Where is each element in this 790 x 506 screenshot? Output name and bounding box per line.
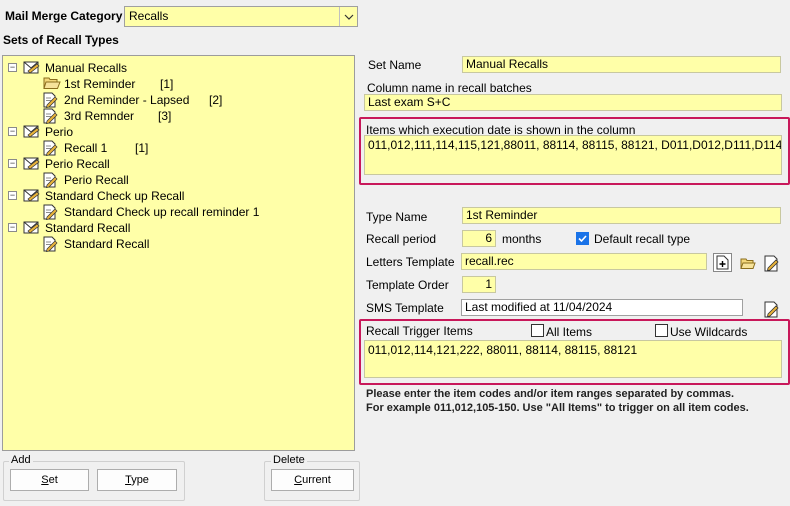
tree-set-node[interactable]: − Standard Check up Recall [3,188,354,204]
tree-set-label: Manual Recalls [45,61,128,75]
trigger-note-line1: Please enter the item codes and/or item … [366,388,735,400]
tree-type-node[interactable]: 3rd Remnder [3] [3,108,354,124]
recall-set-icon [23,60,41,76]
trigger-items-label: Recall Trigger Items [366,324,473,338]
collapse-icon[interactable]: − [8,223,17,232]
sets-label: Sets of Recall Types [3,33,119,47]
tree-type-count: [3] [158,109,172,123]
recall-type-icon [43,92,61,108]
type-name-field[interactable]: 1st Reminder [462,207,781,224]
tree-type-node[interactable]: Recall 1 [1] [3,140,354,156]
recall-tree[interactable]: − Manual Recalls 1st Reminder [1] 2nd Remind… [2,55,355,451]
use-wildcards-checkbox[interactable] [655,324,668,337]
add-type-button[interactable]: Type [97,469,177,491]
tree-set-node[interactable]: − Perio Recall [3,156,354,172]
new-template-icon[interactable] [713,253,732,272]
category-label: Mail Merge Category [5,9,123,23]
trigger-note-line2: For example 011,012,105-150. Use "All It… [366,402,749,414]
tree-type-count: [2] [209,93,223,107]
collapse-icon[interactable]: − [8,191,17,200]
collapse-icon[interactable]: − [8,63,17,72]
tree-type-node[interactable]: 2nd Reminder - Lapsed [2] [3,92,354,108]
tree-type-node[interactable]: 1st Reminder [1] [3,76,354,92]
tree-type-label: Standard Check up recall reminder 1 [64,205,260,219]
collapse-icon[interactable]: − [8,159,17,168]
tree-set-label: Perio Recall [45,157,110,171]
tree-type-label: Perio Recall [64,173,129,187]
recall-type-icon [43,236,61,252]
recall-period-unit: months [502,232,542,246]
tree-type-count: [1] [160,77,174,91]
open-folder-icon[interactable] [738,253,758,273]
tree-type-count: [1] [135,141,149,155]
default-recall-label: Default recall type [594,232,691,246]
set-name-label: Set Name [368,58,422,72]
type-name-label: Type Name [366,210,428,224]
letters-template-label: Letters Template [366,255,455,269]
delete-current-button[interactable]: Current [271,469,354,491]
trigger-items-field[interactable]: 011,012,114,121,222, 88011, 88114, 88115… [364,340,782,378]
template-order-label: Template Order [366,278,449,292]
recall-set-icon [23,220,41,236]
recall-set-icon [23,156,41,172]
delete-group-label: Delete [271,454,307,466]
add-group-label: Add [9,454,33,466]
recall-set-icon [23,188,41,204]
template-order-field[interactable]: 1 [462,276,496,293]
recall-set-icon [23,124,41,140]
all-items-checkbox[interactable] [531,324,544,337]
tree-type-node[interactable]: Standard Recall [3,236,354,252]
edit-sms-icon[interactable] [762,299,782,319]
open-folder-icon [43,76,61,92]
set-name-field[interactable]: Manual Recalls [462,56,781,73]
tree-type-node[interactable]: Standard Check up recall reminder 1 [3,204,354,220]
tree-set-node[interactable]: − Manual Recalls [3,60,354,76]
edit-template-icon[interactable] [762,253,782,273]
category-dropdown[interactable]: Recalls [124,6,358,27]
tree-type-label: Recall 1 [64,141,108,155]
letters-template-field[interactable]: recall.rec [461,253,707,270]
tree-set-label: Perio [45,125,74,139]
recall-type-icon [43,140,61,156]
tree-type-label: 3rd Remnder [64,109,135,123]
all-items-label: All Items [546,325,593,339]
collapse-icon[interactable]: − [8,127,17,136]
tree-type-label: 2nd Reminder - Lapsed [64,93,190,107]
chevron-down-icon[interactable] [339,7,357,26]
recall-period-field[interactable]: 6 [462,230,496,247]
tree-set-node[interactable]: − Standard Recall [3,220,354,236]
category-value: Recalls [129,9,169,23]
recall-type-icon [43,108,61,124]
tree-type-label: 1st Reminder [64,77,136,91]
tree-set-label: Standard Check up Recall [45,189,185,203]
tree-type-label: Standard Recall [64,237,150,251]
recall-type-icon [43,172,61,188]
default-recall-checkbox[interactable] [576,232,589,245]
column-name-label: Column name in recall batches [367,81,532,95]
execution-items-field[interactable]: 011,012,111,114,115,121,88011, 88114, 88… [364,135,782,175]
use-wildcards-label: Use Wildcards [670,325,748,339]
recall-type-icon [43,204,61,220]
column-name-field[interactable]: Last exam S+C [364,94,782,111]
sms-template-field[interactable]: Last modified at 11/04/2024 [461,299,743,316]
recall-period-label: Recall period [366,232,437,246]
tree-set-node[interactable]: − Perio [3,124,354,140]
sms-template-label: SMS Template [366,301,444,315]
add-set-button[interactable]: Set [10,469,89,491]
tree-type-node[interactable]: Perio Recall [3,172,354,188]
tree-set-label: Standard Recall [45,221,131,235]
